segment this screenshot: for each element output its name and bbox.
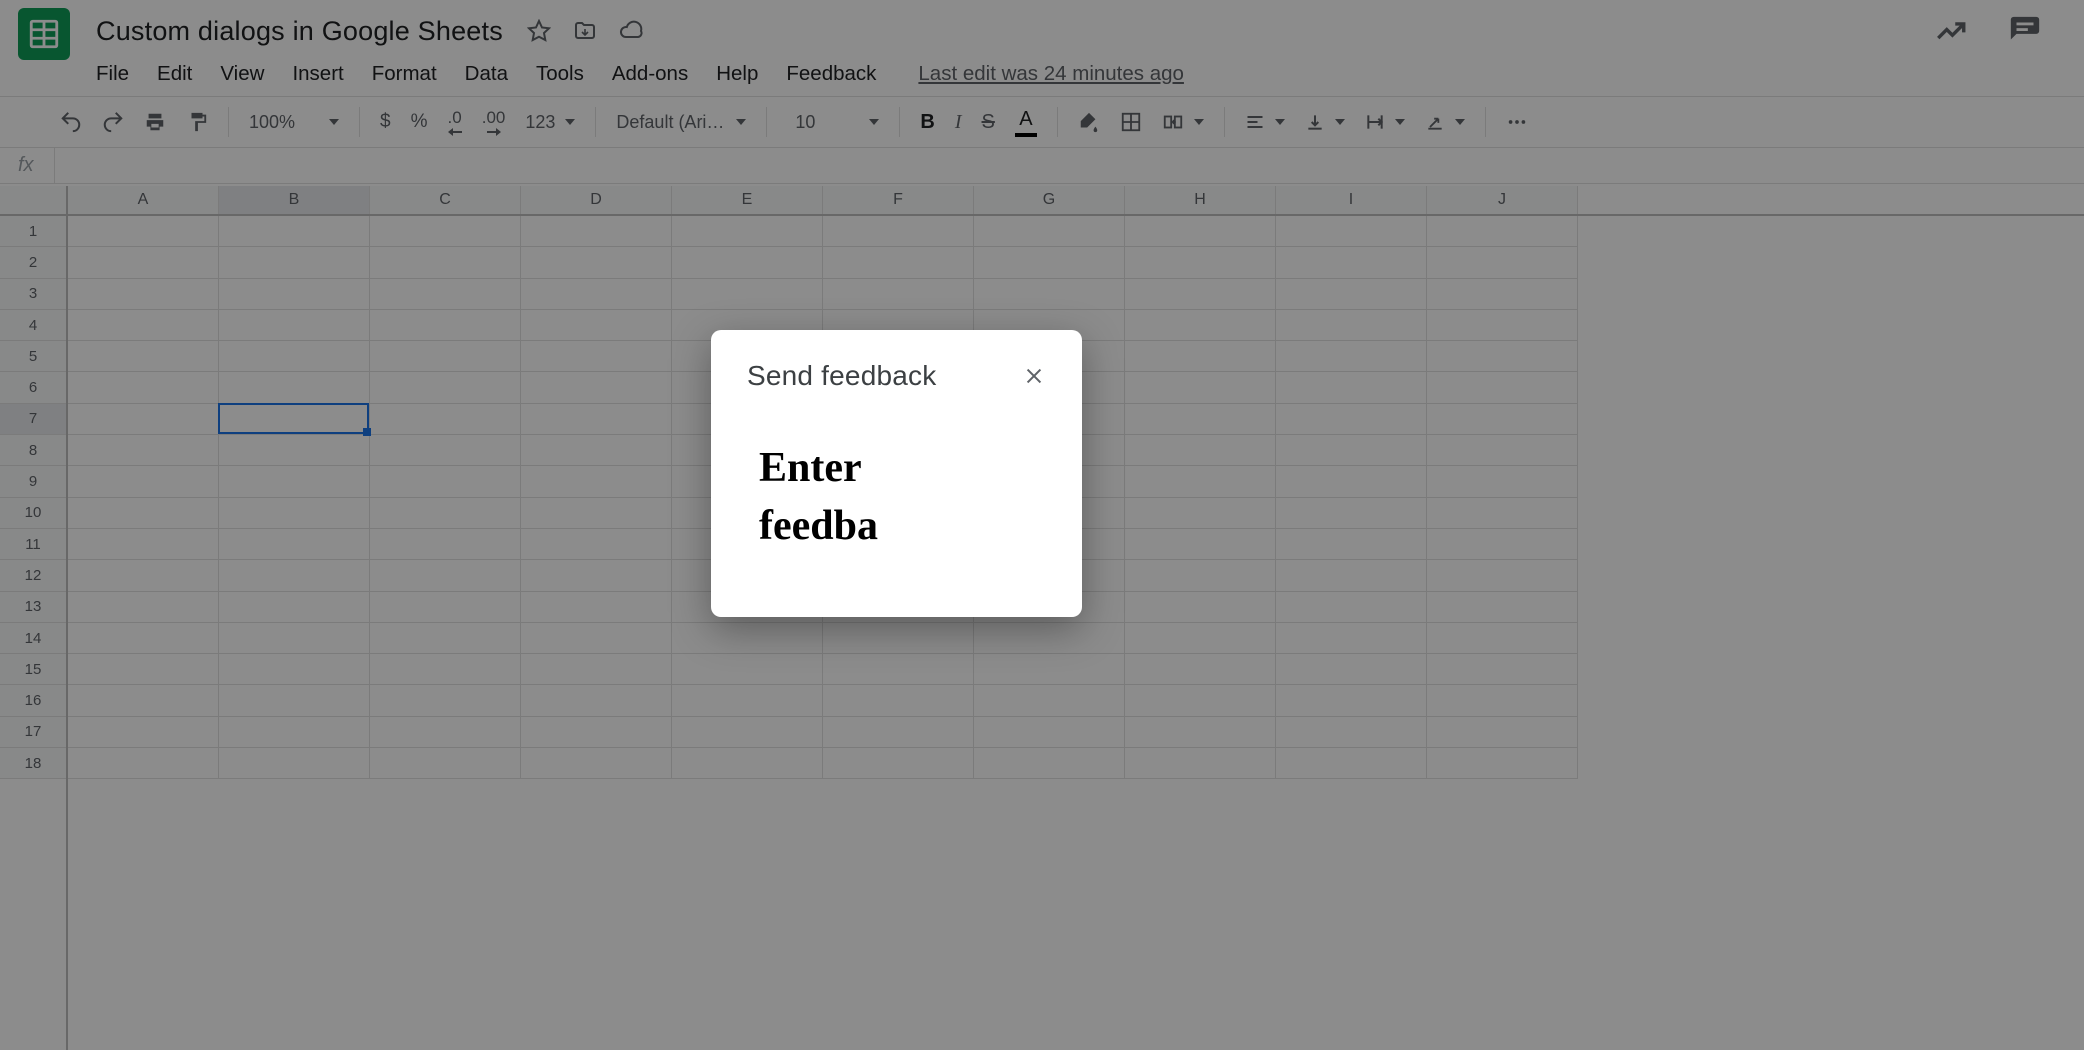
close-icon <box>1023 365 1045 387</box>
dialog-prompt: Enter feedba <box>759 440 899 556</box>
dialog-title: Send feedback <box>747 360 936 392</box>
close-button[interactable] <box>1016 358 1052 394</box>
feedback-dialog: Send feedback Enter feedba <box>711 330 1082 617</box>
